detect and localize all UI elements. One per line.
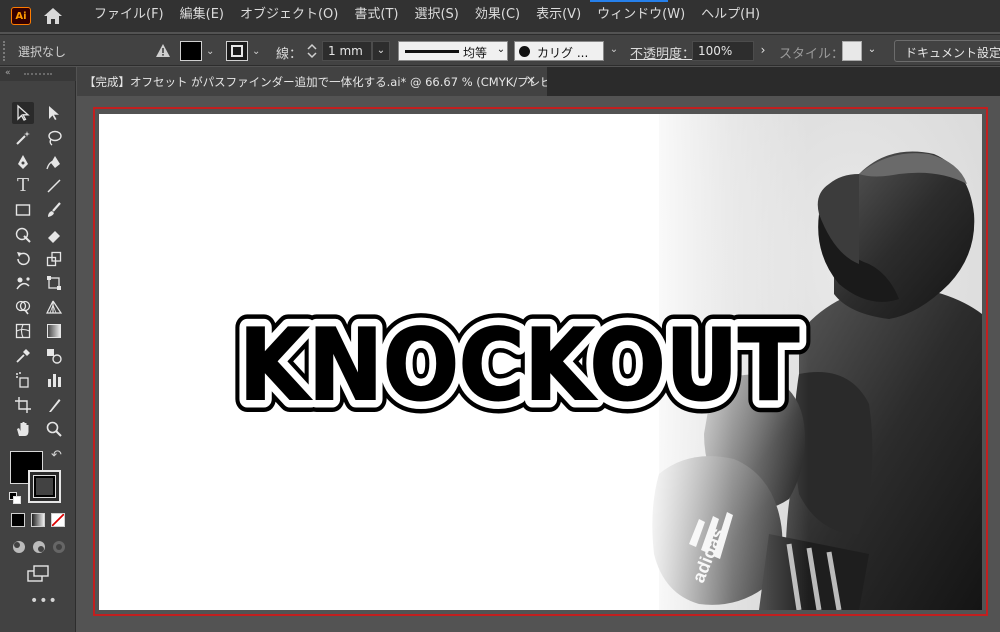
menu-effect[interactable]: 効果(C) (467, 0, 528, 32)
opacity-arrow-icon[interactable]: › (755, 41, 771, 61)
symbol-sprayer-icon[interactable] (12, 369, 34, 391)
headline-text: KNOCKOUT (239, 309, 799, 423)
profile-label: 均等 (463, 46, 488, 60)
brush-dropdown-icon[interactable]: ⌄ (606, 41, 622, 61)
blend-tool-icon[interactable] (43, 345, 65, 367)
menu-edit[interactable]: 編集(E) (172, 0, 232, 32)
magic-wand-icon[interactable] (12, 127, 34, 149)
menu-select[interactable]: 選択(S) (406, 0, 466, 32)
free-transform-icon[interactable] (43, 272, 65, 294)
opacity-field[interactable]: 100% (692, 41, 754, 61)
menu-help[interactable]: ヘルプ(H) (693, 0, 768, 32)
shaper-tool-icon[interactable] (12, 224, 34, 246)
eyedropper-icon[interactable] (12, 345, 34, 367)
artboard-tool-icon[interactable] (12, 394, 34, 416)
graph-tool-icon[interactable] (43, 369, 65, 391)
lasso-icon[interactable] (43, 127, 65, 149)
stroke-stepper-icon[interactable] (304, 41, 320, 61)
paintbrush-icon[interactable] (43, 199, 65, 221)
collapse-chevron-icon[interactable]: « (5, 68, 11, 78)
stroke-weight-field[interactable]: 1 mm (322, 41, 372, 61)
draw-inside-icon[interactable] (51, 539, 67, 555)
knockout-headline[interactable]: KNOCKOUT KNOCKOUT KNOCKOUT (99, 114, 982, 610)
shape-builder-icon[interactable] (12, 296, 34, 318)
gradient-tool-icon[interactable] (43, 320, 65, 342)
perspective-grid-icon[interactable] (43, 296, 65, 318)
menu-items: ファイル(F) 編集(E) オブジェクト(O) 書式(T) 選択(S) 効果(C… (86, 0, 768, 32)
menu-bar: Ai ファイル(F) 編集(E) オブジェクト(O) 書式(T) 選択(S) 効… (0, 0, 1000, 32)
control-bar: 選択なし ⌄ ⌄ 線： 1 mm ⌄ 均等 ⌄ カリグ ... ⌄ 不透明度： … (0, 34, 1000, 66)
eraser-icon[interactable] (43, 224, 65, 246)
menu-file[interactable]: ファイル(F) (86, 0, 172, 32)
artboard[interactable]: adidas KNOCKOUT KNOCKOUT KNOCKOUT (99, 114, 982, 610)
tools-panel: « T ↶ ••• (0, 67, 76, 632)
app-logo: Ai (11, 7, 31, 25)
draw-behind-icon[interactable] (31, 539, 47, 555)
brush-dot-icon (519, 46, 530, 57)
tools-panel-header: « (0, 67, 76, 81)
warning-icon[interactable] (155, 43, 171, 58)
zoom-tool-icon[interactable] (43, 418, 65, 440)
curvature-tool-icon[interactable] (43, 151, 65, 173)
selection-status: 選択なし (18, 45, 67, 59)
tab-close-icon[interactable]: × (526, 73, 536, 87)
type-tool-icon[interactable]: T (12, 175, 34, 197)
opacity-label[interactable]: 不透明度： (630, 43, 695, 62)
stroke-dropdown-icon[interactable]: ⌄ (252, 47, 262, 57)
document-setup-button[interactable]: ドキュメント設定 (894, 40, 1000, 62)
canvas[interactable]: adidas KNOCKOUT KNOCKOUT KNOCKOUT (77, 96, 1000, 632)
style-dropdown-icon[interactable]: ⌄ (864, 41, 880, 61)
puppet-warp-icon[interactable] (12, 272, 34, 294)
draw-normal-icon[interactable] (11, 539, 27, 555)
direct-selection-tool-icon[interactable] (43, 102, 65, 124)
menu-view[interactable]: 表示(V) (528, 0, 589, 32)
rectangle-tool-icon[interactable] (12, 199, 34, 221)
color-mode-icon[interactable] (11, 513, 25, 527)
hand-tool-icon[interactable] (12, 418, 34, 440)
fill-color-swatch[interactable] (180, 41, 202, 61)
none-mode-icon[interactable] (51, 513, 65, 527)
menu-window[interactable]: ウィンドウ(W) (589, 0, 693, 32)
default-fill-stroke-icon[interactable] (9, 492, 21, 504)
selection-tool-icon[interactable] (12, 102, 34, 124)
home-icon[interactable] (42, 6, 64, 26)
document-tab-bar: 【完成】オフセット がパスファインダー追加で一体化する.ai* @ 66.67 … (77, 67, 1000, 96)
style-label: スタイル： (779, 47, 845, 62)
stroke-color-swatch[interactable] (226, 41, 248, 61)
stroke-weight-dropdown-icon[interactable]: ⌄ (372, 41, 390, 61)
panel-grip[interactable] (3, 41, 5, 61)
more-tools-icon[interactable]: ••• (30, 593, 58, 609)
document-tab-title: 【完成】オフセット がパスファインダー追加で一体化する.ai* @ 66.67 … (84, 75, 547, 89)
line-tool-icon[interactable] (43, 175, 65, 197)
profile-line-preview (405, 50, 459, 53)
pen-tool-icon[interactable] (12, 151, 34, 173)
tools-panel-grip[interactable] (24, 73, 52, 75)
document-tab[interactable]: 【完成】オフセット がパスファインダー追加で一体化する.ai* @ 66.67 … (77, 67, 547, 96)
gradient-mode-icon[interactable] (31, 513, 45, 527)
workspace-accent (590, 0, 668, 2)
mesh-tool-icon[interactable] (12, 320, 34, 342)
slice-tool-icon[interactable] (43, 394, 65, 416)
variable-width-profile[interactable]: 均等 (398, 41, 508, 61)
menu-object[interactable]: オブジェクト(O) (232, 0, 346, 32)
menu-type[interactable]: 書式(T) (346, 0, 406, 32)
rotate-tool-icon[interactable] (12, 248, 34, 270)
scale-tool-icon[interactable] (43, 248, 65, 270)
fill-dropdown-icon[interactable]: ⌄ (206, 47, 216, 57)
stroke-color-box[interactable] (28, 470, 61, 503)
screen-mode-icon[interactable] (27, 565, 49, 583)
swap-fill-stroke-icon[interactable]: ↶ (51, 448, 62, 463)
profile-dropdown-icon[interactable]: ⌄ (493, 41, 509, 61)
graphic-style-swatch[interactable] (842, 41, 862, 61)
stroke-label[interactable]: 線： (276, 43, 302, 62)
